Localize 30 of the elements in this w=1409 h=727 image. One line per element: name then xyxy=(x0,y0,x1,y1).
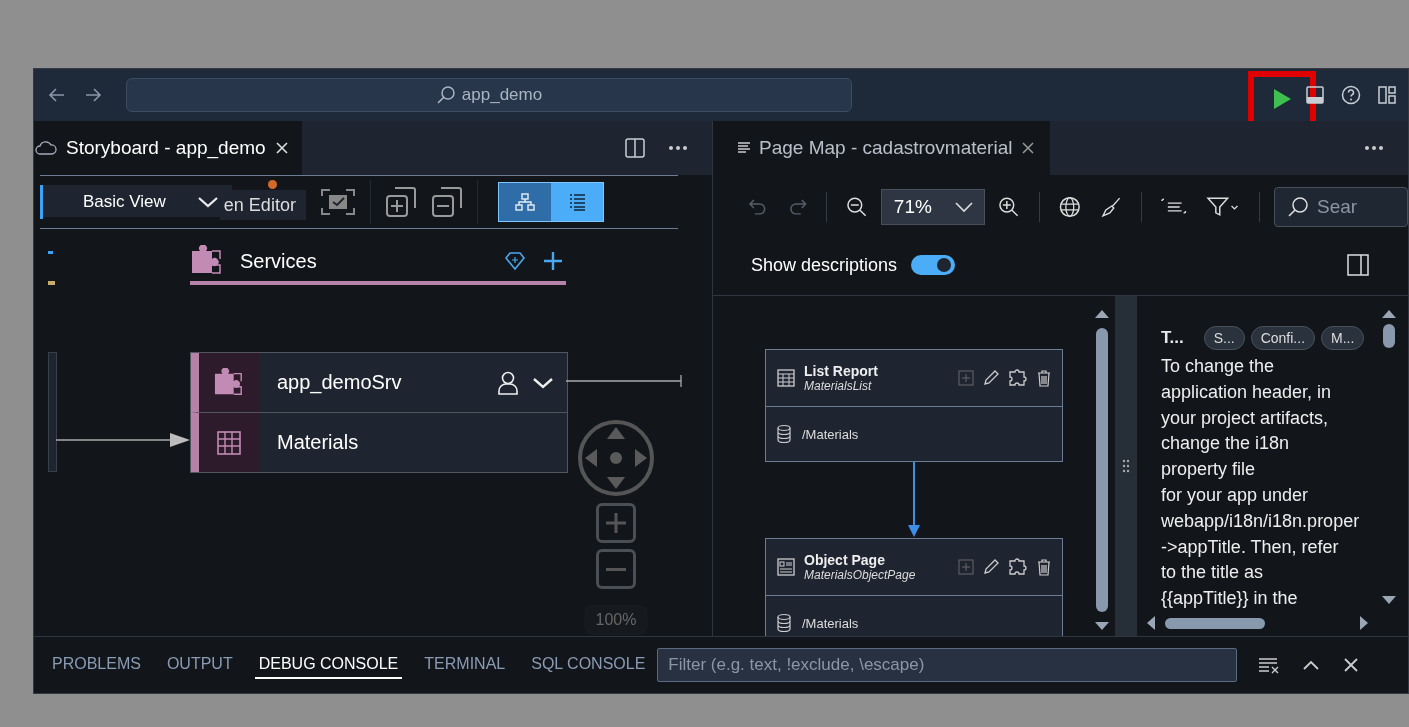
command-search-field[interactable]: app_demo xyxy=(126,78,852,112)
page-card[interactable]: Object Page MaterialsObjectPage /Materials xyxy=(765,538,1063,636)
page-card[interactable]: List Report MaterialsList /Materials xyxy=(765,349,1063,462)
editor-tab[interactable]: Page Map - cadastrovmaterial xyxy=(713,121,1051,175)
description-text: To change the application header, in your project artifacts, change the i18n property file for your app under webapp/i18n/i18n.proper ->appTitle. Then, refer to the title as {{appTitle}} in the xyxy=(1161,355,1361,611)
covered-button[interactable]: en Editor xyxy=(219,190,306,220)
tag-chip[interactable]: S... xyxy=(1203,326,1245,350)
search-field[interactable]: Sear xyxy=(1274,187,1408,227)
editor-tab[interactable]: Storyboard - app_demo xyxy=(34,121,302,175)
entity-path: /Materials xyxy=(802,615,859,631)
description-title: T... xyxy=(1161,328,1184,348)
services-title: Services xyxy=(240,249,317,273)
zoom-level: 100% xyxy=(583,605,649,635)
service-node[interactable]: app_demoSrv xyxy=(191,353,567,412)
filter-field[interactable]: Filter (e.g. text, !exclude, \escape) xyxy=(657,648,1238,682)
show-descriptions-label: Show descriptions xyxy=(751,254,898,276)
panel-tab[interactable]: OUTPUT xyxy=(162,651,237,679)
panel-tab[interactable]: DEBUG CONSOLE xyxy=(254,651,403,679)
page-title: Object Page xyxy=(804,552,886,568)
panel-tab[interactable]: TERMINAL xyxy=(420,651,510,679)
page-title: List Report xyxy=(804,363,878,379)
page-subtitle: MaterialsList xyxy=(804,379,873,393)
page-subtitle: MaterialsObjectPage xyxy=(804,568,916,582)
zoom-dropdown[interactable]: 71% xyxy=(880,189,986,225)
tag-chip[interactable]: Confi... xyxy=(1250,326,1316,350)
entity-node[interactable]: Materials xyxy=(191,412,567,472)
panel-tab[interactable]: SQL CONSOLE xyxy=(527,651,650,679)
entity-path: /Materials xyxy=(802,426,859,442)
tag-chip[interactable]: M... xyxy=(1321,326,1365,350)
panel-tab[interactable]: PROBLEMS xyxy=(48,651,145,679)
